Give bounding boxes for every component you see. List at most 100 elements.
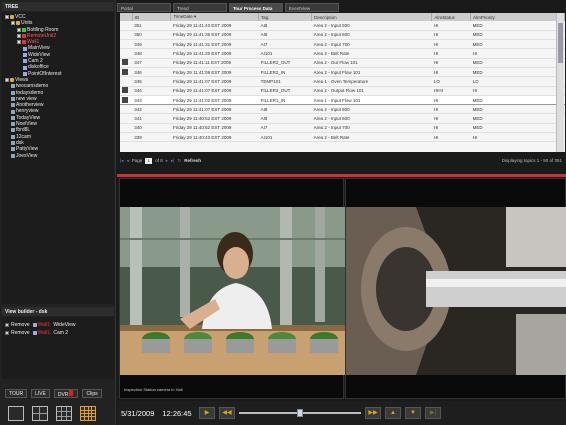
view-icon bbox=[11, 122, 15, 127]
column-header[interactable]: Description bbox=[311, 13, 433, 21]
cell-desc: Area 1 - Oven Temperature bbox=[311, 76, 432, 87]
play-icon[interactable]: ▶ bbox=[199, 407, 215, 419]
cell-status: LO bbox=[431, 76, 471, 87]
remove-button[interactable]: Remove bbox=[11, 330, 30, 336]
expand-icon[interactable] bbox=[5, 78, 9, 83]
cell-priority: HI bbox=[470, 86, 565, 96]
step-down-icon[interactable]: ▼ bbox=[405, 407, 421, 419]
step-up-icon[interactable]: ▲ bbox=[385, 407, 401, 419]
time-field[interactable]: 12:26:45 bbox=[159, 409, 195, 418]
column-header[interactable]: AlmStatus bbox=[431, 13, 472, 21]
cell-priority: MED bbox=[470, 94, 565, 106]
table-row[interactable]: 342 Friday 29 11:41:07 EST 2009 AI8 Area 2 … bbox=[120, 104, 565, 115]
cell-id: 343 bbox=[132, 94, 171, 106]
last-page-icon[interactable]: ▸| bbox=[171, 158, 174, 164]
row-icon-cell bbox=[120, 104, 133, 115]
tab-trend[interactable]: Trend bbox=[173, 3, 227, 12]
next-page-icon[interactable]: ▸ bbox=[166, 158, 168, 164]
view-icon bbox=[11, 141, 15, 146]
view-builder-row: Remove Wall1: WideView bbox=[5, 321, 111, 329]
end-icon[interactable]: ▶| bbox=[425, 407, 441, 419]
table-row[interactable]: 344 Friday 29 11:41:07 EST 2009 FILLER2_OU… bbox=[120, 86, 565, 96]
row-icon-cell bbox=[120, 123, 133, 134]
tour-button[interactable]: TOUR bbox=[5, 388, 28, 398]
cell-id: 351 bbox=[132, 21, 171, 31]
table-scrollbar[interactable] bbox=[556, 13, 564, 152]
table-body: 351 Friday 29 11:41:43 EST 2009 AI8 Area 2 … bbox=[120, 21, 565, 143]
layout-2x2-icon[interactable] bbox=[32, 405, 48, 421]
table-row[interactable]: 350 Friday 29 11:41:36 EST 2009 AI8 Area 2 … bbox=[120, 30, 565, 41]
cell-tag: AI8 bbox=[258, 30, 312, 41]
cell-tag: AI101 bbox=[258, 132, 312, 143]
cell-desc: Area 2 - Input 500 bbox=[311, 21, 432, 31]
layout-4x4-icon[interactable] bbox=[80, 405, 96, 421]
unit-icon bbox=[22, 40, 26, 45]
table-row[interactable]: 340 Friday 29 11:40:52 EST 2009 AI7 Area 2 … bbox=[120, 123, 565, 134]
camera-view-1[interactable]: Inspection Station camera in Hall bbox=[119, 178, 345, 399]
prev-page-icon[interactable]: ◂ bbox=[126, 158, 128, 164]
view-builder-panel: Remove Wall1: WideView Remove Wall1: Cam 2 bbox=[2, 317, 114, 379]
video-clip-icon[interactable] bbox=[122, 68, 128, 75]
refresh-button[interactable]: Refresh bbox=[184, 158, 201, 163]
tab-portal[interactable]: Portal bbox=[117, 3, 171, 12]
slider-knob[interactable] bbox=[297, 409, 303, 417]
rewind-icon[interactable]: ◀◀ bbox=[219, 407, 235, 419]
cell-desc: Area 2 - Input 500 bbox=[311, 104, 432, 115]
live-button[interactable]: LIVE bbox=[31, 388, 50, 398]
cell-status: HIHI bbox=[431, 86, 471, 96]
table-row[interactable]: 343 Friday 29 11:41:02 EST 2009 FILLER1_IN… bbox=[120, 94, 565, 106]
cell-status: HI bbox=[431, 21, 471, 31]
column-header[interactable] bbox=[120, 13, 133, 21]
unit-label: Wall1: bbox=[37, 322, 52, 328]
view-builder-header: View builder - dsk bbox=[2, 307, 114, 316]
expand-icon[interactable] bbox=[5, 15, 9, 20]
remove-button[interactable]: Remove bbox=[11, 322, 30, 328]
cell-tag: FILLER1_IN bbox=[258, 94, 312, 106]
date-field[interactable]: 5/31/2009 bbox=[121, 409, 155, 418]
timeline-slider[interactable] bbox=[239, 407, 361, 419]
column-header[interactable]: TimeDate ▾ bbox=[170, 13, 260, 21]
checkbox[interactable] bbox=[5, 323, 9, 327]
cell-status: HI bbox=[431, 58, 471, 69]
page-input[interactable]: 1 bbox=[145, 157, 153, 164]
video-clip-icon[interactable] bbox=[122, 87, 128, 94]
fast-forward-icon[interactable]: ▶▶ bbox=[365, 407, 381, 419]
tab-eventview[interactable]: EventView bbox=[285, 3, 339, 12]
clips-button[interactable]: Clips bbox=[82, 388, 102, 398]
scrollbar-thumb[interactable] bbox=[558, 23, 563, 63]
camera-view-2[interactable] bbox=[345, 178, 566, 399]
refresh-icon[interactable]: ↻ bbox=[177, 158, 181, 164]
layout-1x1-icon[interactable] bbox=[8, 405, 24, 421]
expand-icon[interactable] bbox=[17, 27, 21, 32]
layout-3x3-icon[interactable] bbox=[56, 405, 72, 421]
video-clip-icon[interactable] bbox=[122, 96, 128, 103]
cell-time: Friday 29 11:40:52 EST 2009 bbox=[170, 113, 259, 124]
table-row[interactable]: 346 Friday 29 11:41:09 EST 2009 FILLER2_IN… bbox=[120, 67, 565, 78]
expand-icon[interactable] bbox=[17, 40, 21, 45]
column-header[interactable]: ID bbox=[132, 13, 172, 21]
dvr-button[interactable]: DVR bbox=[53, 388, 79, 398]
table-row[interactable]: 345 Friday 29 11:41:07 EST 2009 TEMP101 Are… bbox=[120, 76, 565, 87]
table-row[interactable]: 351 Friday 29 11:41:43 EST 2009 AI8 Area 2 … bbox=[120, 21, 565, 31]
cell-priority: MED bbox=[470, 104, 565, 115]
cell-id: 341 bbox=[132, 113, 171, 124]
expand-icon[interactable] bbox=[17, 34, 21, 39]
tab-tour-process-data[interactable]: Tour Process Data bbox=[229, 3, 283, 12]
camera-icon bbox=[23, 46, 27, 51]
cell-time: Friday 29 11:41:09 EST 2009 bbox=[170, 67, 259, 78]
first-page-icon[interactable]: |◂ bbox=[120, 158, 123, 164]
table-row[interactable]: 341 Friday 29 11:40:52 EST 2009 AI8 Area 2 … bbox=[120, 113, 565, 124]
tree-item[interactable]: JoesView bbox=[5, 153, 111, 159]
column-header[interactable]: Tag bbox=[258, 13, 313, 21]
table-row[interactable]: 347 Friday 29 11:41:11 EST 2009 FILLER2_OU… bbox=[120, 58, 565, 69]
column-header[interactable]: AlmPriority bbox=[470, 13, 565, 21]
tab-bar: Portal Trend Tour Process Data EventView bbox=[117, 3, 566, 12]
checkbox[interactable] bbox=[5, 331, 9, 335]
table-row[interactable]: 348 Friday 29 11:41:20 EST 2009 AI101 Area … bbox=[120, 48, 565, 59]
expand-icon[interactable] bbox=[11, 21, 15, 26]
video-clip-icon[interactable] bbox=[122, 59, 128, 66]
table-row[interactable]: 349 Friday 29 11:41:31 EST 2009 AI7 Area 2 … bbox=[120, 39, 565, 50]
table-row[interactable]: 339 Friday 29 11:40:43 EST 2009 AI101 Area … bbox=[120, 132, 565, 143]
camera-icon bbox=[23, 71, 27, 76]
cell-status: HI bbox=[431, 104, 471, 115]
